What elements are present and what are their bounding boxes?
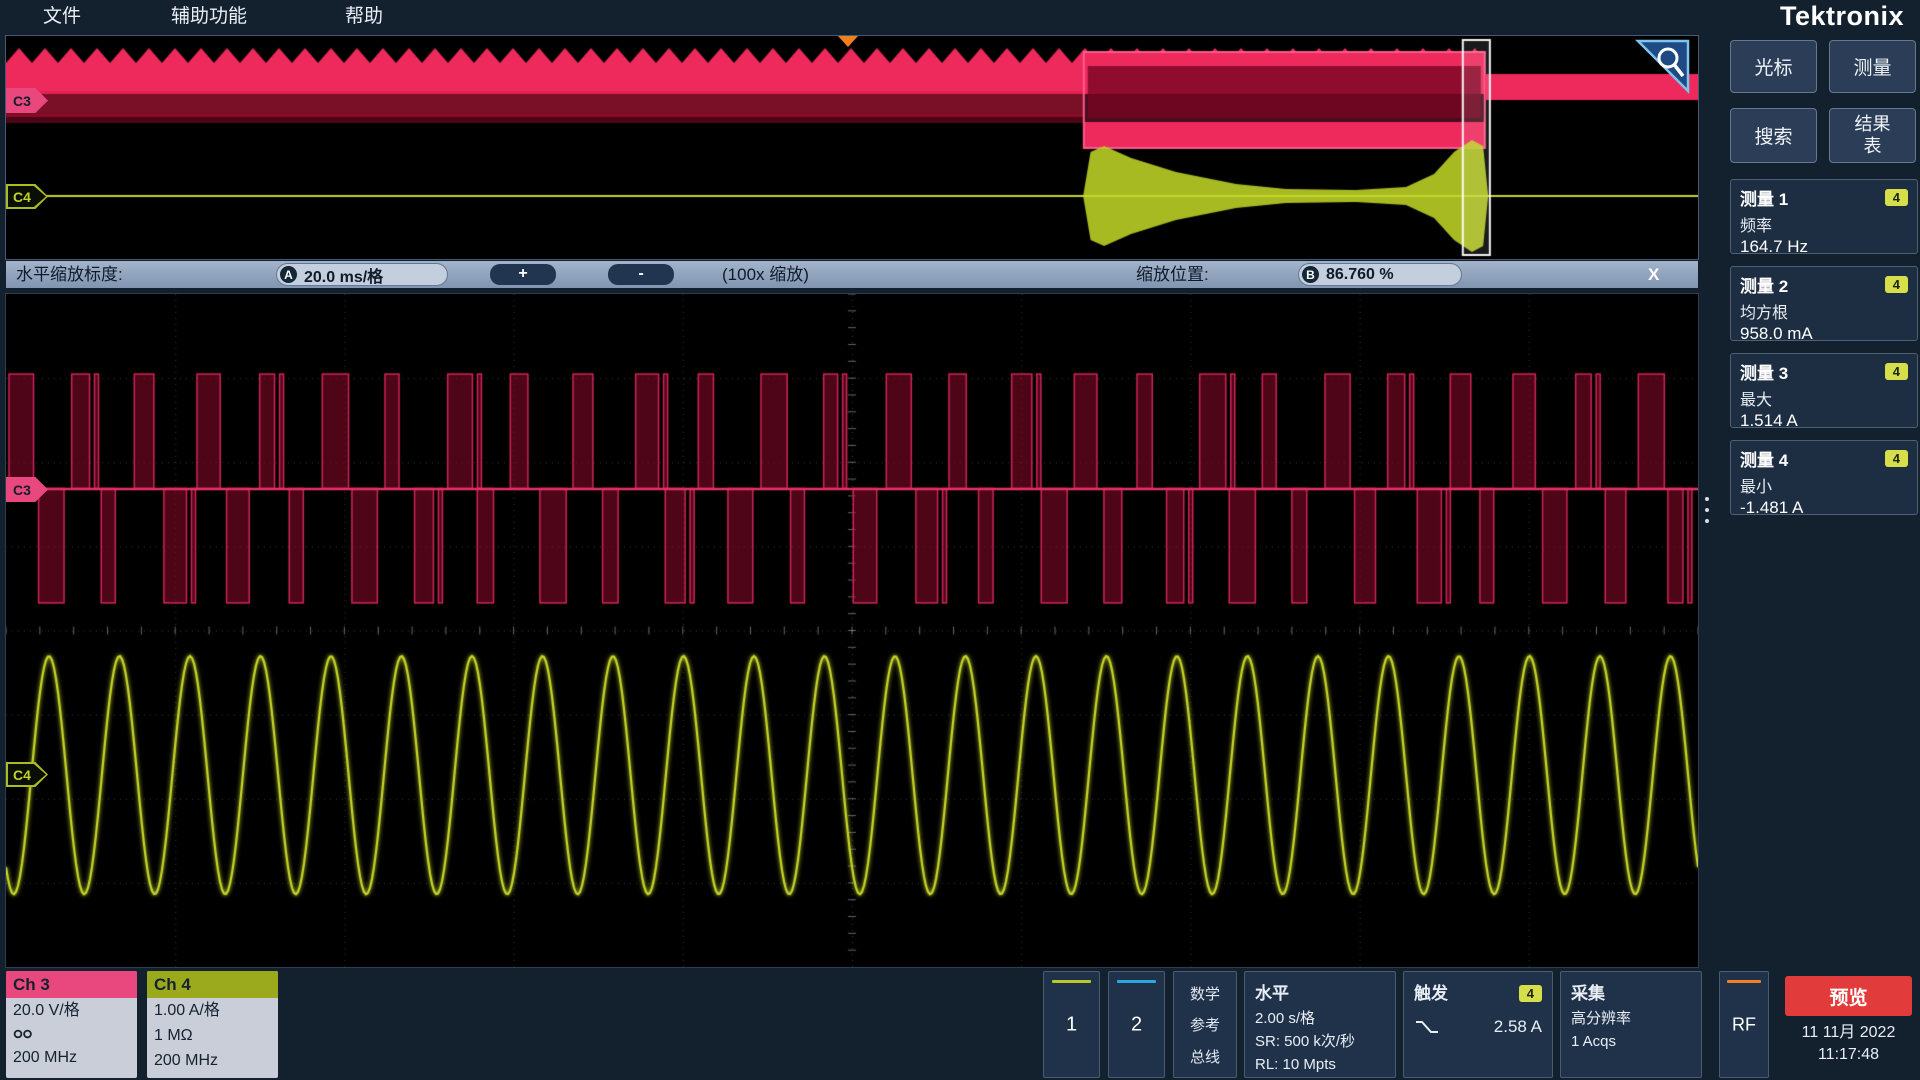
zoom-scale-value: 20.0 ms/格 xyxy=(304,263,383,287)
acquisition-mode: 高分辨率 xyxy=(1571,1007,1691,1030)
knob-b-icon: B xyxy=(1302,266,1319,283)
channel3-bandwidth: 200 MHz xyxy=(6,1045,137,1070)
measurement-value: 1.514 A xyxy=(1740,411,1908,431)
zoom-out-button[interactable]: - xyxy=(608,264,674,285)
measurement-value: 958.0 mA xyxy=(1740,324,1908,344)
channel4-badge[interactable]: Ch 4 1.00 A/格 1 MΩ 200 MHz xyxy=(147,971,278,1078)
measurement-value: 164.7 Hz xyxy=(1740,237,1908,257)
measurement-title: 测量 2 xyxy=(1740,272,1788,297)
time-text: 11:17:48 xyxy=(1785,1044,1912,1066)
ref-label: 参考 xyxy=(1190,1014,1220,1035)
trigger-title: 触发 xyxy=(1414,979,1448,1004)
measurement-name: 最小 xyxy=(1740,473,1908,497)
knob-a-icon: A xyxy=(280,266,297,283)
trigger-position-marker[interactable] xyxy=(838,36,858,47)
main-waveform-canvas xyxy=(6,294,1698,967)
panel-drag-handle[interactable] xyxy=(1705,497,1709,523)
waveform-display[interactable]: C3 C4 xyxy=(6,294,1698,967)
search-button[interactable]: 搜索 xyxy=(1730,108,1817,163)
rf-button[interactable]: RF xyxy=(1719,971,1769,1078)
preview-button[interactable]: 预览 xyxy=(1785,976,1912,1016)
horizontal-record-len: RL: 10 Mpts xyxy=(1255,1053,1385,1076)
zoom-in-button[interactable]: + xyxy=(490,264,556,285)
channel4-label-overview[interactable]: C4 xyxy=(6,184,48,209)
menu-utility[interactable]: 辅助功能 xyxy=(171,0,247,34)
horizontal-scale: 2.00 s/格 xyxy=(1255,1007,1385,1030)
channel4-name: Ch 4 xyxy=(147,971,278,998)
trigger-badge[interactable]: 触发 4 2.58 A xyxy=(1403,971,1553,1078)
zoom-control-bar: 水平缩放标度: A 20.0 ms/格 + - (100x 缩放) 缩放位置: … xyxy=(6,261,1698,288)
channel1-badge[interactable]: 1 xyxy=(1043,971,1100,1078)
acquisition-badge[interactable]: 采集 高分辨率 1 Acqs xyxy=(1560,971,1702,1078)
measurement-title: 测量 1 xyxy=(1740,185,1788,210)
zoom-factor-label: (100x 缩放) xyxy=(722,261,809,288)
zoom-position-knob-b[interactable]: B 86.760 % xyxy=(1298,263,1462,286)
horizontal-title: 水平 xyxy=(1255,979,1385,1004)
channel3-name: Ch 3 xyxy=(6,971,137,998)
zoom-position-label: 缩放位置: xyxy=(1136,261,1209,288)
zoom-position-value: 86.760 % xyxy=(1326,266,1394,284)
math-ref-bus-button[interactable]: 数学 参考 总线 xyxy=(1173,971,1237,1078)
channel3-label-main[interactable]: C3 xyxy=(6,477,48,502)
channel2-badge[interactable]: 2 xyxy=(1108,971,1165,1078)
rf-label: RF xyxy=(1720,1014,1768,1035)
horizontal-sample-rate: SR: 500 k次/秒 xyxy=(1255,1030,1385,1053)
tektronix-logo: Tektronix xyxy=(1780,0,1904,34)
date-time: 11 11月 2022 11:17:48 xyxy=(1785,1022,1912,1066)
zoom-magnifier-icon[interactable] xyxy=(1634,39,1690,95)
measurement-badge-4[interactable]: 测量 4 4 最小 -1.481 A xyxy=(1730,440,1918,515)
source-badge: 4 xyxy=(1885,363,1908,380)
channel2-number: 2 xyxy=(1109,1013,1164,1036)
oscilloscope-ui: 文件 辅助功能 帮助 Tektronix C3 C4 水平缩放标度: A 20.… xyxy=(0,0,1920,1080)
source-badge: 4 xyxy=(1885,189,1908,206)
horizontal-badge[interactable]: 水平 2.00 s/格 SR: 500 k次/秒 RL: 10 Mpts xyxy=(1244,971,1396,1078)
measurement-name: 最大 xyxy=(1740,386,1908,410)
measure-button[interactable]: 测量 xyxy=(1829,40,1916,93)
bus-label: 总线 xyxy=(1190,1046,1220,1067)
menu-help[interactable]: 帮助 xyxy=(345,0,383,34)
results-table-label: 结果表 xyxy=(1851,114,1895,157)
trigger-source-badge: 4 xyxy=(1519,985,1542,1002)
acquisition-count: 1 Acqs xyxy=(1571,1030,1691,1053)
channel2-color-line xyxy=(1117,980,1156,983)
source-badge: 4 xyxy=(1885,276,1908,293)
zoom-scale-label: 水平缩放标度: xyxy=(16,261,123,288)
menu-bar: 文件 辅助功能 帮助 Tektronix xyxy=(0,0,1920,34)
zoom-overview-window[interactable]: C3 C4 xyxy=(6,36,1698,259)
measurement-badge-3[interactable]: 测量 3 4 最大 1.514 A xyxy=(1730,353,1918,428)
measurement-badge-1[interactable]: 测量 1 4 频率 164.7 Hz xyxy=(1730,179,1918,254)
trigger-level: 2.58 A xyxy=(1494,1017,1542,1037)
cursors-button[interactable]: 光标 xyxy=(1730,40,1817,93)
menu-file[interactable]: 文件 xyxy=(43,0,81,34)
channel1-color-line xyxy=(1052,980,1091,983)
channel4-scale: 1.00 A/格 xyxy=(147,998,278,1023)
channel3-scale: 20.0 V/格 xyxy=(6,998,137,1023)
channel4-impedance: 1 MΩ xyxy=(147,1023,278,1048)
measurement-name: 均方根 xyxy=(1740,299,1908,323)
measurement-title: 测量 3 xyxy=(1740,359,1788,384)
rf-color-line xyxy=(1727,980,1761,983)
channel3-badge[interactable]: Ch 3 20.0 V/格 200 MHz xyxy=(6,971,137,1078)
date-text: 11 11月 2022 xyxy=(1785,1022,1912,1044)
results-table-button[interactable]: 结果表 xyxy=(1829,108,1916,163)
channel3-label-overview[interactable]: C3 xyxy=(6,88,48,113)
channel4-label-main[interactable]: C4 xyxy=(6,762,48,787)
zoom-scale-knob-a[interactable]: A 20.0 ms/格 xyxy=(276,263,448,286)
math-label: 数学 xyxy=(1190,983,1220,1004)
channel1-number: 1 xyxy=(1044,1013,1099,1036)
measurement-value: -1.481 A xyxy=(1740,498,1908,518)
zoom-close-button[interactable]: X xyxy=(1648,261,1659,288)
acquisition-title: 采集 xyxy=(1571,979,1691,1004)
measurement-name: 频率 xyxy=(1740,212,1908,236)
falling-edge-icon xyxy=(1414,1019,1440,1035)
channel4-bandwidth: 200 MHz xyxy=(147,1048,278,1073)
source-badge: 4 xyxy=(1885,450,1908,467)
overview-waveform-canvas xyxy=(6,36,1698,259)
measurement-title: 测量 4 xyxy=(1740,446,1788,471)
measurement-badge-2[interactable]: 测量 2 4 均方根 958.0 mA xyxy=(1730,266,1918,341)
probe-icon xyxy=(6,1023,137,1045)
